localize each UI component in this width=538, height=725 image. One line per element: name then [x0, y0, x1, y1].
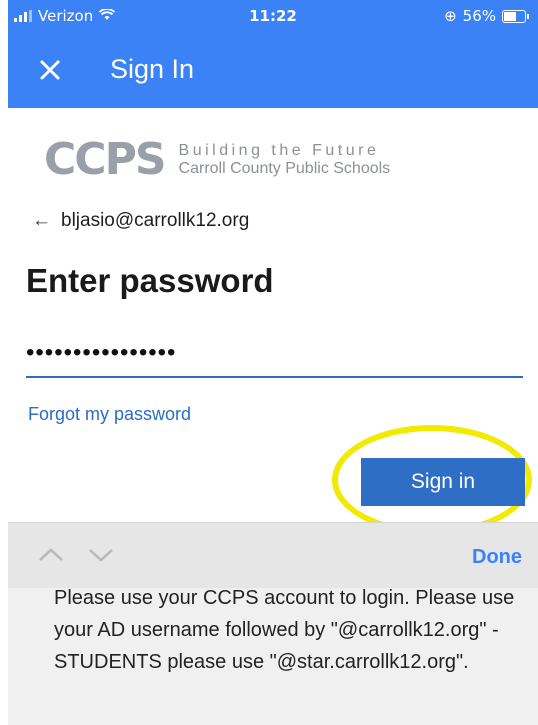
back-arrow-icon: ←: [32, 210, 51, 231]
ccps-logo: CCPS Building the Future Carroll County …: [44, 134, 390, 185]
navigation-bar: Sign In: [8, 34, 538, 108]
page-title: Sign In: [110, 54, 195, 84]
notice-text: Please use your CCPS account to login. P…: [54, 588, 515, 673]
orientation-lock-icon: ⊕: [444, 7, 457, 25]
password-field[interactable]: [26, 330, 523, 378]
logo-mark: CCPS: [44, 134, 167, 185]
keyboard-accessory-bar: Done: [8, 522, 538, 589]
close-icon[interactable]: [34, 54, 66, 86]
battery-group: ⊕ 56%: [444, 7, 529, 25]
sign-in-button[interactable]: Sign in: [361, 458, 525, 506]
status-bar: Verizon 11:22 ⊕ 56%: [8, 0, 538, 34]
done-button[interactable]: Done: [472, 546, 522, 569]
logo-tagline: Building the Future Carroll County Publi…: [179, 142, 391, 178]
account-email: bljasio@carrollk12.org: [61, 210, 250, 231]
login-notice: Please use your CCPS account to login. P…: [8, 588, 538, 725]
battery-icon: [502, 9, 529, 23]
battery-percent: 56%: [462, 7, 496, 25]
account-back-link[interactable]: ← bljasio@carrollk12.org: [32, 210, 249, 232]
forgot-password-link[interactable]: Forgot my password: [28, 404, 191, 425]
chevron-up-icon[interactable]: [36, 545, 66, 565]
chevron-down-icon[interactable]: [86, 545, 116, 565]
logo-line-2: Carroll County Public Schools: [178, 159, 391, 177]
logo-line-1: Building the Future: [178, 141, 380, 159]
form-heading: Enter password: [26, 262, 274, 299]
